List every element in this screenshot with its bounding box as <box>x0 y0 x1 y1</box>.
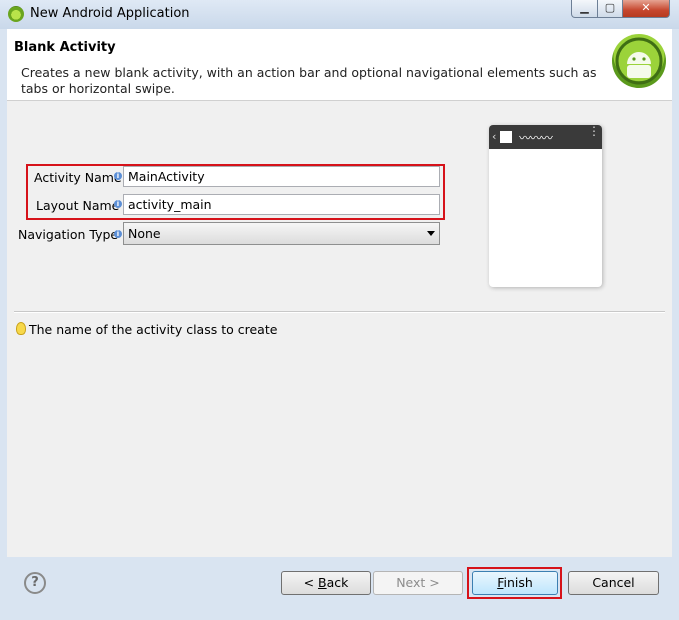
dialog-window: New Android Application ▁ ▢ ✕ Blank Acti… <box>0 0 679 620</box>
highlight-box-name-fields <box>26 164 445 220</box>
window-title: New Android Application <box>30 6 190 21</box>
hint-text: The name of the activity class to create <box>29 322 278 337</box>
android-app-icon <box>8 6 24 22</box>
maximize-button[interactable]: ▢ <box>597 0 623 18</box>
title-placeholder: 〰〰〰 <box>519 131 553 145</box>
navigation-type-label: Navigation Type <box>18 227 119 242</box>
minimize-button[interactable]: ▁ <box>571 0 598 18</box>
activity-preview: ‹ 〰〰〰 ⋮ <box>489 125 602 287</box>
title-bar: New Android Application ▁ ▢ ✕ <box>0 0 679 29</box>
overflow-menu-icon: ⋮ <box>588 124 600 138</box>
back-rest: ack <box>326 575 349 590</box>
help-icon[interactable]: ? <box>24 572 46 594</box>
info-icon: i <box>114 230 122 238</box>
finish-rest: inish <box>503 575 533 590</box>
wizard-header: Blank Activity Creates a new blank activ… <box>7 29 672 101</box>
lightbulb-icon <box>16 322 26 335</box>
android-logo-icon <box>612 34 666 88</box>
navigation-type-select[interactable]: None <box>123 222 440 245</box>
cancel-button[interactable]: Cancel <box>568 571 659 595</box>
close-button[interactable]: ✕ <box>622 0 670 18</box>
finish-button[interactable]: Finish <box>472 571 558 595</box>
page-description: Creates a new blank activity, with an ac… <box>21 65 597 96</box>
action-bar-preview: ‹ 〰〰〰 ⋮ <box>489 125 602 149</box>
divider <box>14 311 665 313</box>
next-button[interactable]: Next > <box>373 571 463 595</box>
navigation-type-value: None <box>128 226 161 241</box>
page-title: Blank Activity <box>14 40 116 55</box>
back-button[interactable]: < Back <box>281 571 371 595</box>
chevron-down-icon <box>427 231 435 236</box>
app-icon-placeholder <box>500 131 512 143</box>
back-prefix: < <box>303 575 319 590</box>
back-chevron-icon: ‹ <box>492 130 497 143</box>
back-mnemonic: B <box>318 575 327 590</box>
